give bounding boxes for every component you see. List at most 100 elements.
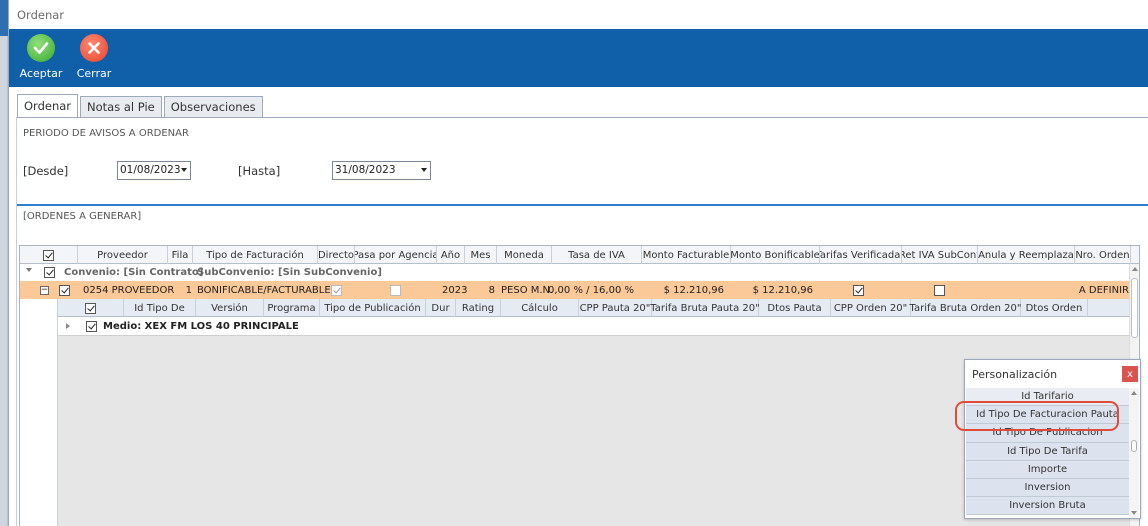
close-label: Cerrar xyxy=(76,67,112,80)
tarifas-verificadas-checkbox[interactable] xyxy=(853,284,864,296)
cell-monto-bonificable: $ 12.210,96 xyxy=(752,284,813,296)
subconvenio-label: SubConvenio: [Sin SubConvenio] xyxy=(197,267,382,278)
personalizacion-title-text: Personalización xyxy=(972,367,1058,381)
chevron-down-icon xyxy=(421,168,427,172)
col-proveedor[interactable]: Proveedor xyxy=(78,246,168,264)
list-item[interactable]: Id Tipo De Publicacion xyxy=(966,424,1130,443)
tab-strip: Ordenar Notas al Pie Observaciones xyxy=(17,94,265,117)
list-item[interactable]: Inversion Bruta xyxy=(966,497,1130,516)
col-tarifa-bruta-orden[interactable]: Tarifa Bruta Orden 20" xyxy=(910,299,1022,317)
col-mes[interactable]: Mes xyxy=(465,246,497,264)
list-item[interactable]: Id Tipo De Facturacion Pauta xyxy=(966,406,1130,425)
scroll-up-icon[interactable] xyxy=(1131,391,1137,395)
accept-button[interactable]: Aceptar xyxy=(15,34,67,80)
col-tarifas-verificadas[interactable]: Tarifas Verificadas xyxy=(820,246,902,264)
col-pasa-por-agencia[interactable]: Pasa por Agencia xyxy=(355,246,437,264)
chevron-down-icon xyxy=(181,168,187,172)
cell-monto-facturable: $ 12.210,96 xyxy=(663,284,724,296)
personalizacion-list: Id Tarifario Id Tipo De Facturacion Paut… xyxy=(966,388,1130,518)
pasa-agencia-checkbox[interactable] xyxy=(390,284,401,296)
col-version[interactable]: Versión xyxy=(196,299,264,317)
cell-mes: 8 xyxy=(488,284,495,296)
list-item[interactable]: Inversion xyxy=(966,478,1130,498)
check-icon xyxy=(27,34,55,62)
col-ret-iva-subcont[interactable]: Ret IVA SubCont xyxy=(902,246,978,264)
personalizacion-panel: Personalización x Id Tarifario Id Tipo D… xyxy=(964,359,1141,519)
ret-iva-checkbox[interactable] xyxy=(934,284,945,296)
cell-anio: 2023 xyxy=(442,284,468,296)
personalizacion-scrollbar[interactable] xyxy=(1129,388,1139,518)
scroll-up-icon[interactable] xyxy=(1132,267,1138,271)
cell-tipo-facturacion: BONIFICABLE/FACTURABLE xyxy=(197,284,331,296)
personalizacion-title: Personalización x xyxy=(965,360,1140,388)
hasta-value: 31/08/2023 xyxy=(335,164,396,176)
accept-label: Aceptar xyxy=(19,67,63,80)
section-divider xyxy=(17,204,1148,206)
select-all-checkbox[interactable] xyxy=(20,246,78,264)
col-id-tipo-de[interactable]: Id Tipo De xyxy=(124,299,196,317)
list-item[interactable]: Id Tipo De Tarifa xyxy=(966,442,1130,461)
col-moneda[interactable]: Moneda xyxy=(497,246,552,264)
col-anio[interactable]: Año xyxy=(437,246,465,264)
cell-tasa-iva: 0,00 % / 16,00 % xyxy=(548,284,634,296)
chevron-right-icon[interactable] xyxy=(66,323,70,329)
detail-select-all-checkbox[interactable] xyxy=(58,299,124,317)
convenio-label: Convenio: [Sin Contrato] xyxy=(64,267,204,278)
collapse-icon[interactable]: − xyxy=(40,285,49,295)
col-cpp-pauta[interactable]: CPP Pauta 20" xyxy=(579,299,652,317)
tab-notas-al-pie[interactable]: Notas al Pie xyxy=(80,96,162,117)
col-fila[interactable]: Fila xyxy=(168,246,193,264)
col-dtos-orden[interactable]: Dtos Orden xyxy=(1021,299,1088,317)
col-dtos-pauta[interactable]: Dtos Pauta xyxy=(759,299,831,317)
detail-grid-header: Id Tipo De Versión Programa Tipo de Publ… xyxy=(58,299,1131,317)
table-row[interactable]: − 0254 PROVEEDOR 1 BONIFICABLE/FACTURABL… xyxy=(20,281,1131,299)
list-item[interactable]: Id Tarifario xyxy=(966,388,1130,407)
close-icon xyxy=(80,34,108,62)
medio-label: Medio: XEX FM LOS 40 PRINCIPALE xyxy=(103,320,299,332)
toolbar: Aceptar Cerrar xyxy=(9,29,1148,87)
group-row-convenio[interactable]: Convenio: [Sin Contrato] SubConvenio: [S… xyxy=(20,265,1139,281)
col-tasa-iva[interactable]: Tasa de IVA xyxy=(552,246,642,264)
window-title: Ordenar xyxy=(9,0,1148,29)
close-icon[interactable]: x xyxy=(1122,366,1138,382)
medio-row[interactable]: Medio: XEX FM LOS 40 PRINCIPALE xyxy=(58,317,1131,335)
col-anula-reemplaza[interactable]: Anula y Reemplaza xyxy=(978,246,1075,264)
directo-checkbox[interactable] xyxy=(331,284,342,296)
col-monto-bonificable[interactable]: Monto Bonificable xyxy=(731,246,820,264)
col-calculo[interactable]: Cálculo xyxy=(501,299,579,317)
hasta-date-picker[interactable]: 31/08/2023 xyxy=(332,161,431,180)
medio-checkbox[interactable] xyxy=(86,320,97,332)
hasta-label: [Hasta] xyxy=(238,164,281,178)
cell-moneda: PESO M.N. xyxy=(501,284,554,296)
grid-header: Proveedor Fila Tipo de Facturación Direc… xyxy=(20,246,1139,264)
desde-value: 01/08/2023 xyxy=(120,164,181,176)
parent-window-toolbar xyxy=(0,0,8,36)
col-nro-orden[interactable]: Nro. Orden xyxy=(1075,246,1131,264)
col-dur[interactable]: Dur xyxy=(426,299,456,317)
list-item[interactable]: Importe xyxy=(966,460,1130,479)
col-tarifa-bruta-pauta[interactable]: Tarifa Bruta Pauta 20" xyxy=(650,299,760,317)
periodo-section-title: PERIODO DE AVISOS A ORDENAR xyxy=(23,128,189,139)
cell-fila: 1 xyxy=(185,284,192,296)
ordenes-section-title: [ORDENES A GENERAR] xyxy=(23,211,142,222)
close-button[interactable]: Cerrar xyxy=(68,34,120,80)
tab-observaciones[interactable]: Observaciones xyxy=(163,96,263,117)
col-programa[interactable]: Programa xyxy=(264,299,320,317)
scroll-thumb[interactable] xyxy=(1131,440,1137,452)
row-checkbox[interactable] xyxy=(59,284,70,296)
cell-proveedor: 0254 PROVEEDOR xyxy=(83,284,175,296)
col-cpp-orden[interactable]: CPP Orden 20" xyxy=(831,299,911,317)
cell-nro-orden: A DEFINIR xyxy=(1078,284,1129,296)
col-directo[interactable]: Directo xyxy=(318,246,355,264)
scroll-down-icon[interactable] xyxy=(1131,511,1137,515)
desde-date-picker[interactable]: 01/08/2023 xyxy=(117,161,191,180)
scroll-thumb[interactable] xyxy=(1131,278,1138,338)
tab-ordenar[interactable]: Ordenar xyxy=(17,94,79,117)
parent-window-edge xyxy=(0,0,8,526)
group-checkbox[interactable] xyxy=(44,267,55,278)
chevron-down-icon[interactable] xyxy=(26,268,32,272)
col-monto-facturable[interactable]: Monto Facturable xyxy=(642,246,731,264)
col-tipo-publicacion[interactable]: Tipo de Publicación xyxy=(320,299,426,317)
col-rating[interactable]: Rating xyxy=(456,299,501,317)
col-tipo-facturacion[interactable]: Tipo de Facturación xyxy=(193,246,318,264)
